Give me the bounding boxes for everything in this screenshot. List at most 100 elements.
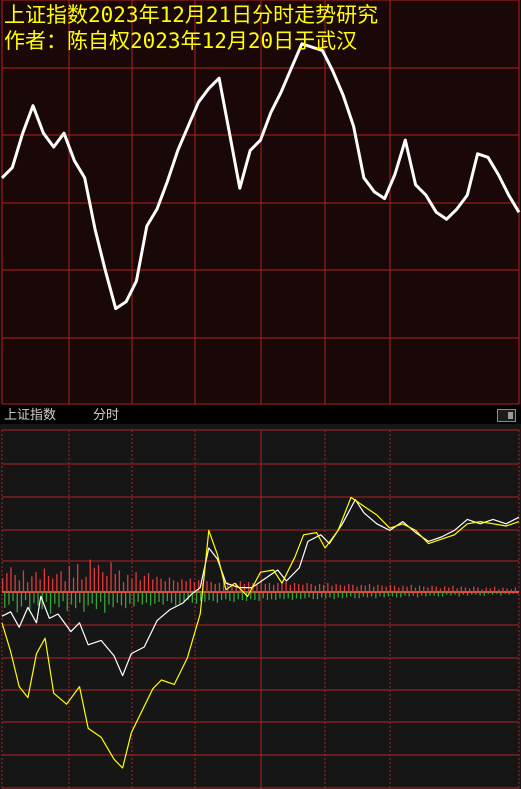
volume-bar xyxy=(364,585,366,592)
volume-bar xyxy=(510,589,512,592)
volume-bar xyxy=(154,592,156,604)
volume-bar xyxy=(264,583,266,592)
volume-bar xyxy=(466,592,469,596)
pane-toggle-button[interactable] xyxy=(497,409,516,422)
volume-bar xyxy=(108,592,110,605)
volume-bar xyxy=(448,587,450,592)
volume-bar xyxy=(477,587,479,592)
volume-bar xyxy=(198,580,200,592)
volume-bar xyxy=(258,592,260,601)
volume-bar xyxy=(389,584,391,592)
volume-bar xyxy=(350,592,352,597)
volume-bar xyxy=(70,592,73,605)
volume-bar xyxy=(281,583,283,592)
volume-bar xyxy=(373,586,375,592)
volume-bar xyxy=(333,592,335,600)
volume-bar xyxy=(464,587,467,592)
volume-bar xyxy=(471,592,473,595)
volume-bar xyxy=(37,592,39,606)
volume-bar xyxy=(162,592,164,605)
volume-bar xyxy=(220,592,223,601)
volume-bar xyxy=(193,582,196,592)
volume-bar xyxy=(494,586,496,592)
volume-bar xyxy=(39,579,41,592)
volume-bar xyxy=(293,583,296,592)
volume-bar xyxy=(118,570,120,592)
volume-bar xyxy=(254,592,256,601)
volume-bar xyxy=(496,592,498,594)
volume-bar xyxy=(85,576,87,592)
volume-bar xyxy=(491,592,494,595)
volume-bar xyxy=(360,584,362,592)
volume-bar xyxy=(385,586,387,592)
volume-bar xyxy=(20,592,23,607)
volume-bar xyxy=(29,592,31,610)
volume-bar xyxy=(260,582,262,592)
volume-bar xyxy=(120,592,123,606)
volume-bar xyxy=(454,592,456,595)
volume-bar xyxy=(283,592,285,600)
volume-bar xyxy=(504,592,506,594)
volume-bar xyxy=(481,589,483,592)
volume-bar xyxy=(295,592,298,599)
volume-bar xyxy=(444,586,446,592)
volume-bar xyxy=(122,582,125,592)
volume-bar xyxy=(398,587,400,592)
chart-page: 上证指数2023年12月21日分时走势研究 作者：陈自权2023年12月20日于… xyxy=(0,0,521,789)
volume-bar xyxy=(66,592,68,611)
volume-bar xyxy=(479,592,481,596)
volume-bar xyxy=(54,592,56,604)
volume-bar xyxy=(273,584,275,592)
author-line: 作者：陈自权2023年12月20日于武汉 xyxy=(4,29,358,53)
volume-bar xyxy=(58,592,60,608)
volume-bar xyxy=(189,578,191,592)
volume-bar xyxy=(129,592,131,604)
volume-bar xyxy=(277,583,279,592)
volume-bar xyxy=(166,592,168,601)
volume-bar xyxy=(241,592,243,601)
volume-bar xyxy=(475,592,477,595)
volume-bar xyxy=(514,587,517,592)
volume-bar xyxy=(379,592,381,597)
volume-bar xyxy=(206,581,208,592)
volume-bar xyxy=(402,585,404,592)
volume-bar xyxy=(275,592,277,601)
volume-bar xyxy=(43,568,45,592)
volume-bar xyxy=(310,583,312,592)
volume-bar xyxy=(35,572,37,592)
volume-bar xyxy=(462,592,464,595)
volume-bar xyxy=(400,592,402,598)
volume-bar xyxy=(14,574,16,592)
volume-bar xyxy=(473,586,475,592)
volume-bar xyxy=(49,592,52,614)
volume-bar xyxy=(352,584,354,592)
volume-bar xyxy=(435,586,437,592)
volume-bar xyxy=(412,592,414,596)
volume-bar xyxy=(112,592,114,608)
volume-bar xyxy=(404,592,406,596)
volume-bar xyxy=(387,592,389,597)
volume-bar xyxy=(458,592,460,597)
volume-bar xyxy=(410,584,412,592)
volume-bar xyxy=(337,592,339,598)
volume-bar xyxy=(256,584,258,592)
volume-bar xyxy=(321,592,323,598)
volume-bar xyxy=(498,589,500,592)
volume-bar xyxy=(60,571,62,592)
volume-bar xyxy=(72,577,75,592)
volume-bar xyxy=(137,592,139,602)
volume-bar xyxy=(93,567,95,592)
volume-bar xyxy=(89,559,91,592)
volume-bar xyxy=(127,574,129,592)
volume-bar xyxy=(450,592,452,596)
volume-bar xyxy=(239,581,241,592)
volume-bar xyxy=(12,592,14,601)
volume-bar xyxy=(110,562,112,592)
volume-bar xyxy=(208,592,210,601)
volume-bar xyxy=(225,592,227,600)
volume-bar xyxy=(160,578,162,592)
volume-bar xyxy=(427,587,429,592)
volume-bar xyxy=(237,592,239,600)
volume-bar xyxy=(104,592,106,613)
volume-bar xyxy=(270,592,273,600)
